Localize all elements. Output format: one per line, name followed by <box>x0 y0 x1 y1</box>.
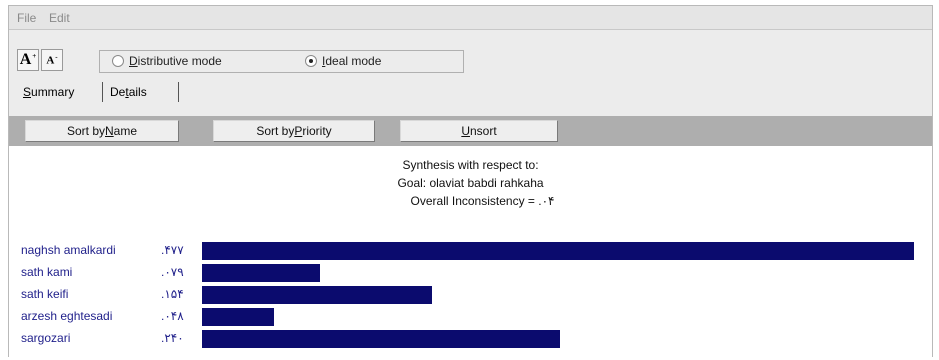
chart-row: sath keifi .۱۵۴ <box>9 286 932 304</box>
tab-divider <box>178 82 179 102</box>
chart-row: sath kami .۰۷۹ <box>9 264 932 282</box>
radio-off-icon <box>112 55 124 67</box>
value-label: .۰۷۹ <box>161 265 184 279</box>
font-decrease-button[interactable]: A- <box>41 49 63 71</box>
value-label: .۱۵۴ <box>161 287 184 301</box>
chart-row: sargozari .۲۴۰ <box>9 330 932 348</box>
priority-bar <box>202 264 320 282</box>
distributive-mode-label: Distributive mode <box>129 54 222 68</box>
category-label: naghsh amalkardi <box>21 243 116 257</box>
radio-on-icon <box>305 55 317 67</box>
priority-bar <box>202 242 914 260</box>
menu-file[interactable]: File <box>17 11 36 25</box>
font-decrease-icon: A- <box>46 52 58 67</box>
synthesis-panel: Synthesis with respect to: Goal: olaviat… <box>9 146 932 358</box>
ideal-mode-label: Ideal mode <box>322 54 382 68</box>
priority-bar <box>202 330 560 348</box>
font-increase-icon: A+ <box>19 51 37 68</box>
priority-bar <box>202 308 274 326</box>
app-window: File Edit A+ A- Distributive mode Ideal … <box>8 5 933 358</box>
goal-label: Goal: olaviat babdi rahkaha <box>397 176 544 190</box>
category-label: arzesh eghtesadi <box>21 309 113 323</box>
font-increase-button[interactable]: A+ <box>17 49 39 71</box>
priority-bar <box>202 286 432 304</box>
category-label: sath kami <box>21 265 73 279</box>
synthesis-heading: Synthesis with respect to: <box>402 158 539 172</box>
sort-button-bar: Sort by Name Sort by Priority Unsort <box>9 116 932 146</box>
unsort-button[interactable]: Unsort <box>400 120 558 142</box>
value-label: .۴۷۷ <box>161 243 184 257</box>
chart-row: naghsh amalkardi .۴۷۷ <box>9 242 932 260</box>
chart-row: arzesh eghtesadi .۰۴۸ <box>9 308 932 326</box>
value-label: .۲۴۰ <box>161 331 184 345</box>
tab-details[interactable]: Details <box>110 85 147 99</box>
category-label: sath keifi <box>21 287 69 301</box>
toolbar: A+ A- Distributive mode Ideal mode Summa… <box>9 30 932 126</box>
inconsistency-label: Overall Inconsistency = .۰۴ <box>410 194 555 208</box>
value-label: .۰۴۸ <box>161 309 184 323</box>
mode-group: Distributive mode Ideal mode <box>99 50 464 73</box>
ideal-mode-radio[interactable]: Ideal mode <box>305 54 381 68</box>
menu-bar: File Edit <box>9 6 932 30</box>
sort-by-name-button[interactable]: Sort by Name <box>25 120 179 142</box>
menu-edit[interactable]: Edit <box>49 11 70 25</box>
sort-by-priority-button[interactable]: Sort by Priority <box>213 120 375 142</box>
category-label: sargozari <box>21 331 71 345</box>
tab-divider <box>102 82 103 102</box>
tab-summary[interactable]: Summary <box>23 85 74 99</box>
distributive-mode-radio[interactable]: Distributive mode <box>112 54 222 68</box>
